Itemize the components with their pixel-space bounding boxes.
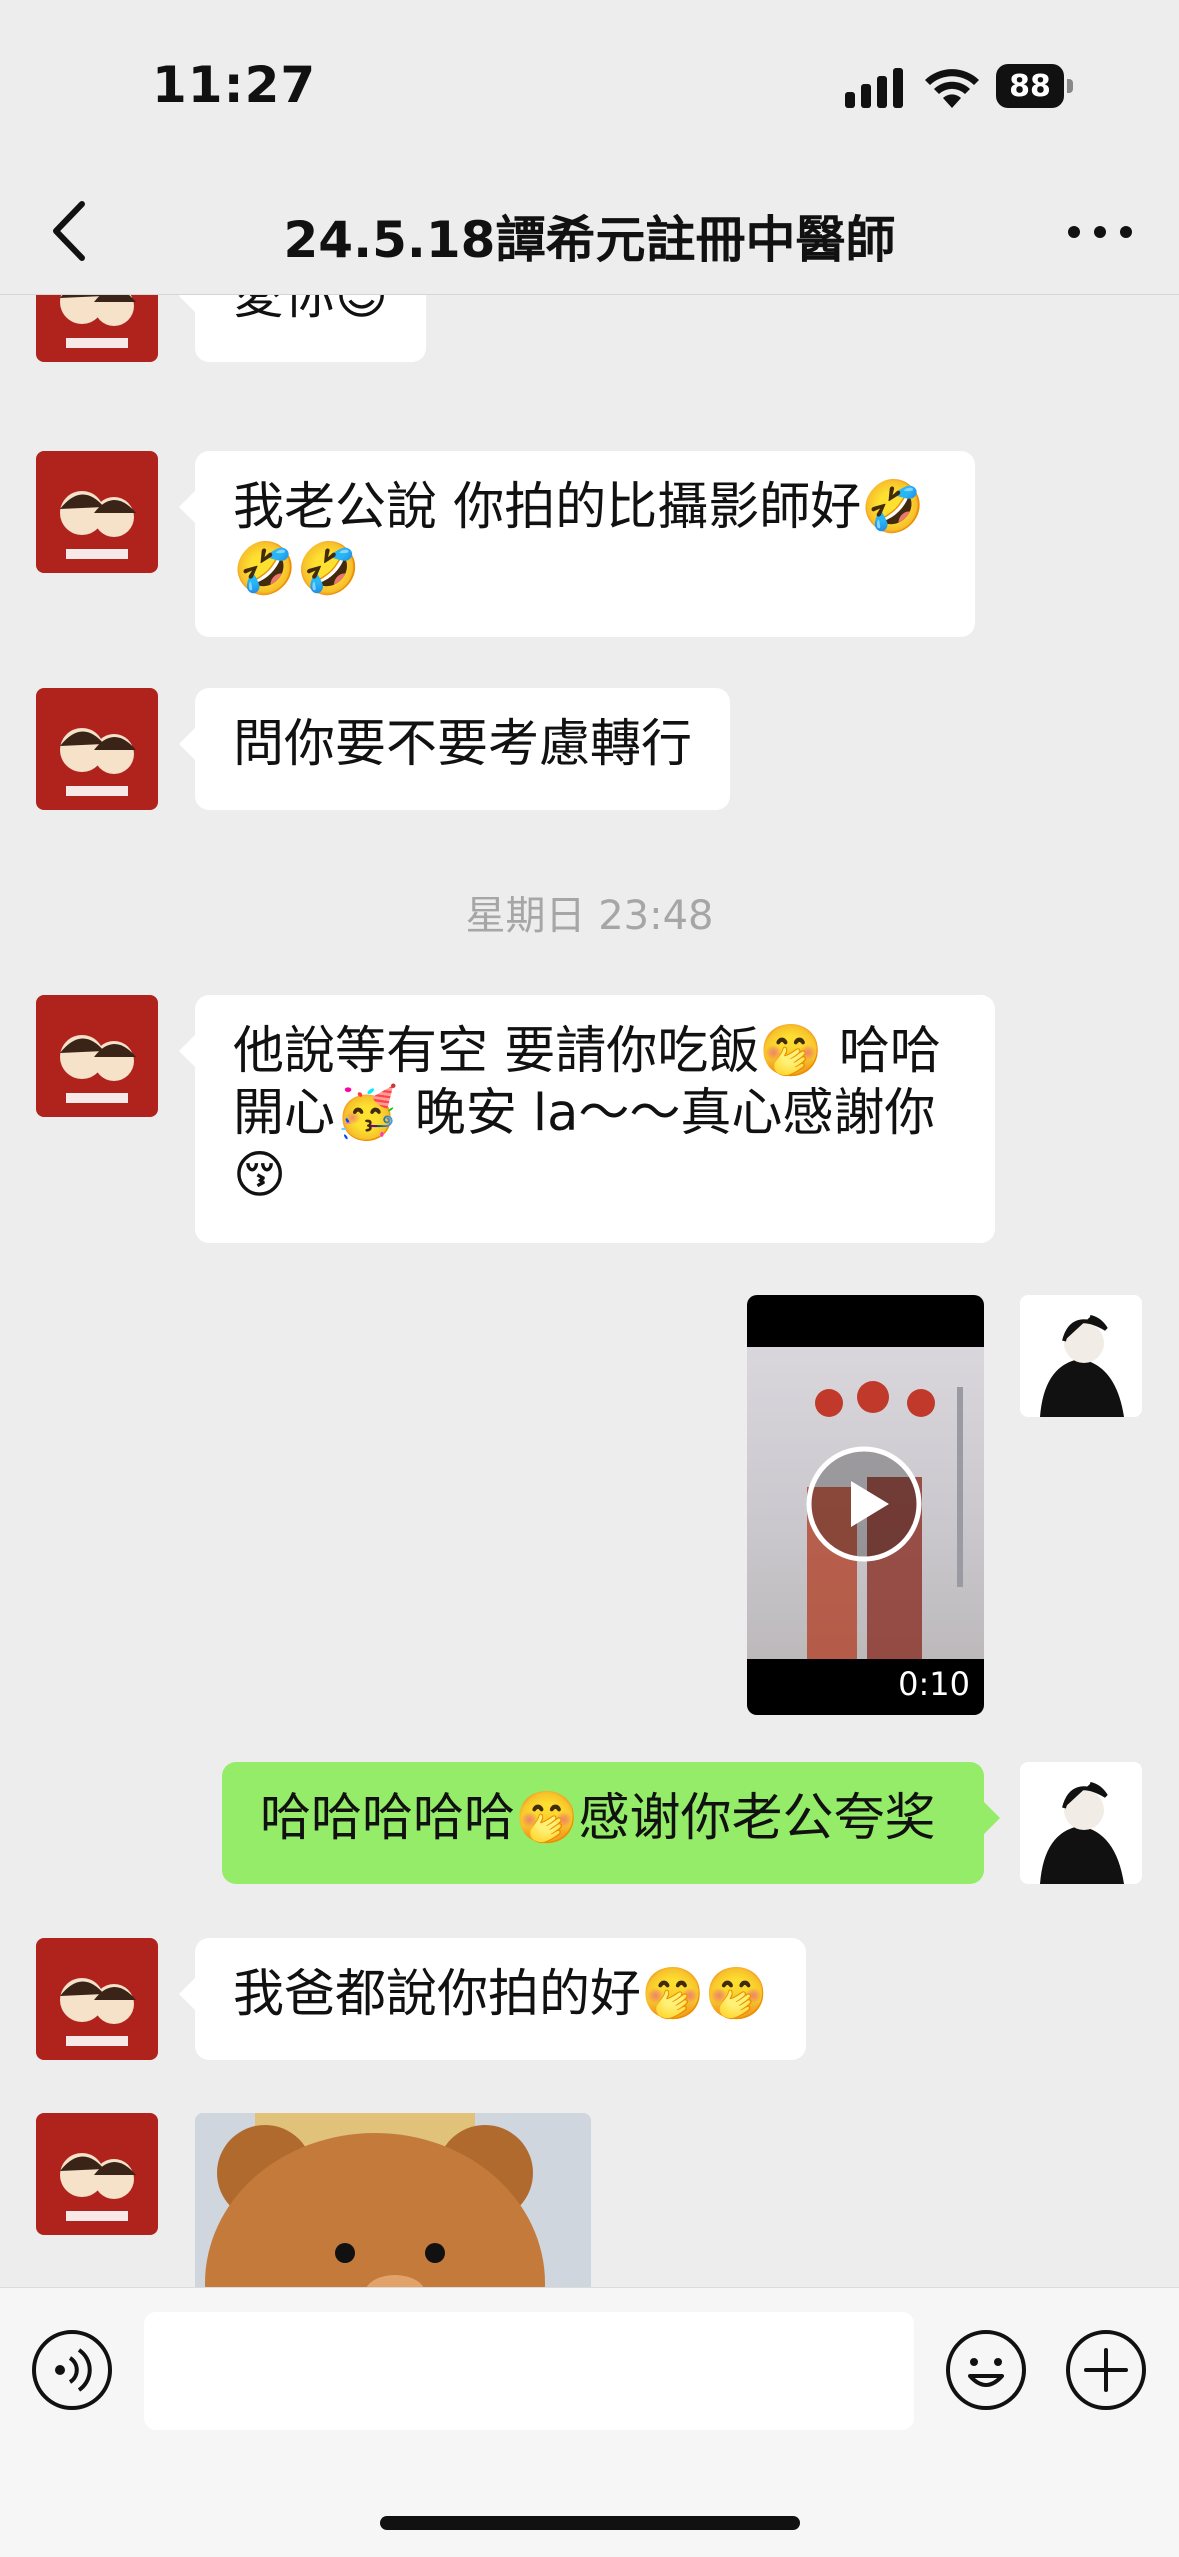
emoji-icon[interactable]: [944, 2328, 1028, 2412]
video-duration: 0:10: [898, 1665, 970, 1703]
nav-bar: 24.5.18譚希元註冊中醫師: [0, 170, 1179, 295]
message-bubble[interactable]: 他說等有空 要請你吃飯🤭 哈哈 開心🥳 晚安 la～～真心感謝你 😚: [179, 995, 995, 1243]
avatar[interactable]: [36, 995, 158, 1117]
avatar[interactable]: [36, 2113, 158, 2235]
battery-indicator: 88: [996, 64, 1074, 108]
message-bubble[interactable]: 問你要不要考慮轉行: [178, 688, 731, 810]
video-message[interactable]: 0:10: [747, 1295, 984, 1715]
input-bar: [0, 2287, 1179, 2557]
avatar[interactable]: [36, 295, 158, 362]
status-bar: 11:27 88: [0, 0, 1179, 170]
home-indicator: [380, 2516, 800, 2530]
battery-level: 88: [996, 64, 1064, 108]
avatar[interactable]: [1020, 1762, 1142, 1884]
plus-icon[interactable]: [1064, 2328, 1148, 2412]
more-dots-icon[interactable]: [1060, 200, 1140, 264]
cellular-signal-icon: [845, 68, 903, 108]
message-list[interactable]: 愛你😍 我老公說 你拍的比攝影師好🤣 🤣🤣 問你要不要考慮轉行 星期日 23:4…: [0, 295, 1179, 2287]
message-bubble[interactable]: 愛你😍: [178, 295, 427, 362]
avatar[interactable]: [36, 451, 158, 573]
avatar[interactable]: [36, 688, 158, 810]
chevron-left-icon[interactable]: [44, 196, 100, 266]
timestamp: 星期日 23:48: [465, 893, 714, 939]
message-bubble[interactable]: 哈哈哈哈哈🤭感谢你老公夸奖: [222, 1762, 1000, 1884]
message-bubble[interactable]: 我爸都說你拍的好🤭🤭: [178, 1938, 807, 2060]
status-time: 11:27: [152, 56, 317, 114]
message-input[interactable]: [144, 2312, 914, 2430]
image-message[interactable]: [195, 2113, 591, 2287]
voice-icon[interactable]: [30, 2328, 114, 2412]
avatar[interactable]: [1020, 1295, 1142, 1417]
wifi-icon: [925, 69, 979, 108]
chat-title: 24.5.18譚希元註冊中醫師: [283, 211, 896, 269]
message-bubble[interactable]: 我老公說 你拍的比攝影師好🤣 🤣🤣: [179, 451, 975, 637]
play-icon[interactable]: [805, 1445, 923, 1563]
avatar[interactable]: [36, 1938, 158, 2060]
